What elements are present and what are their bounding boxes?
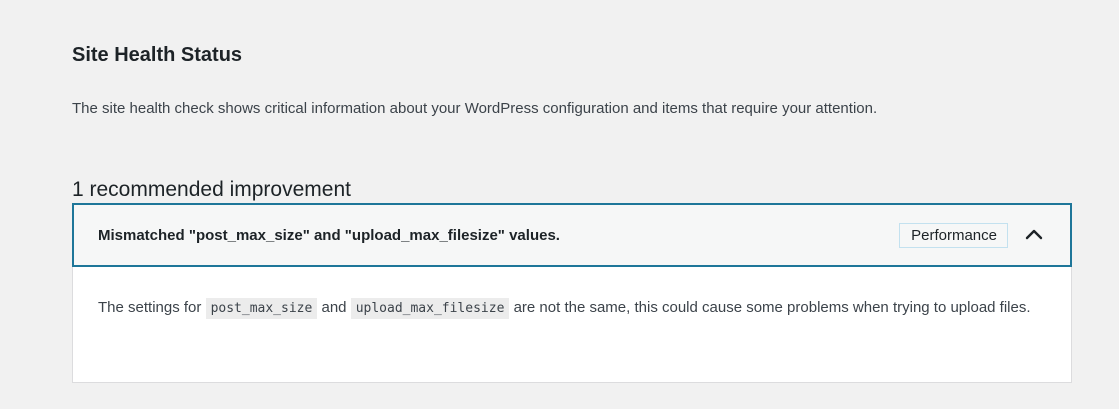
issue-details-prefix: The settings for xyxy=(98,299,202,316)
issue-accordion-toggle[interactable]: Mismatched "post_max_size" and "upload_m… xyxy=(72,203,1072,267)
issue-details-suffix: are not the same, this could cause some … xyxy=(513,299,1031,316)
setting-upload-max-filesize: upload_max_filesize xyxy=(350,298,510,319)
recommended-improvement-count: 1 recommended improvement xyxy=(72,178,351,202)
issue-details-panel: The settings for post_max_size and uploa… xyxy=(72,267,1072,383)
chevron-up-icon[interactable] xyxy=(1024,225,1044,245)
issue-category-badge: Performance xyxy=(899,222,1008,248)
setting-post-max-size: post_max_size xyxy=(205,298,318,319)
page-title: Site Health Status xyxy=(72,44,243,67)
issue-details-joiner: and xyxy=(321,299,347,316)
issue-title: Mismatched "post_max_size" and "upload_m… xyxy=(98,226,560,244)
site-health-page: Site Health Status The site health check… xyxy=(0,0,1119,409)
issue-details-text: The settings for post_max_size and uploa… xyxy=(98,295,1047,322)
site-health-description: The site health check shows critical inf… xyxy=(72,100,878,117)
site-health-issue-accordion: Mismatched "post_max_size" and "upload_m… xyxy=(72,203,1072,383)
